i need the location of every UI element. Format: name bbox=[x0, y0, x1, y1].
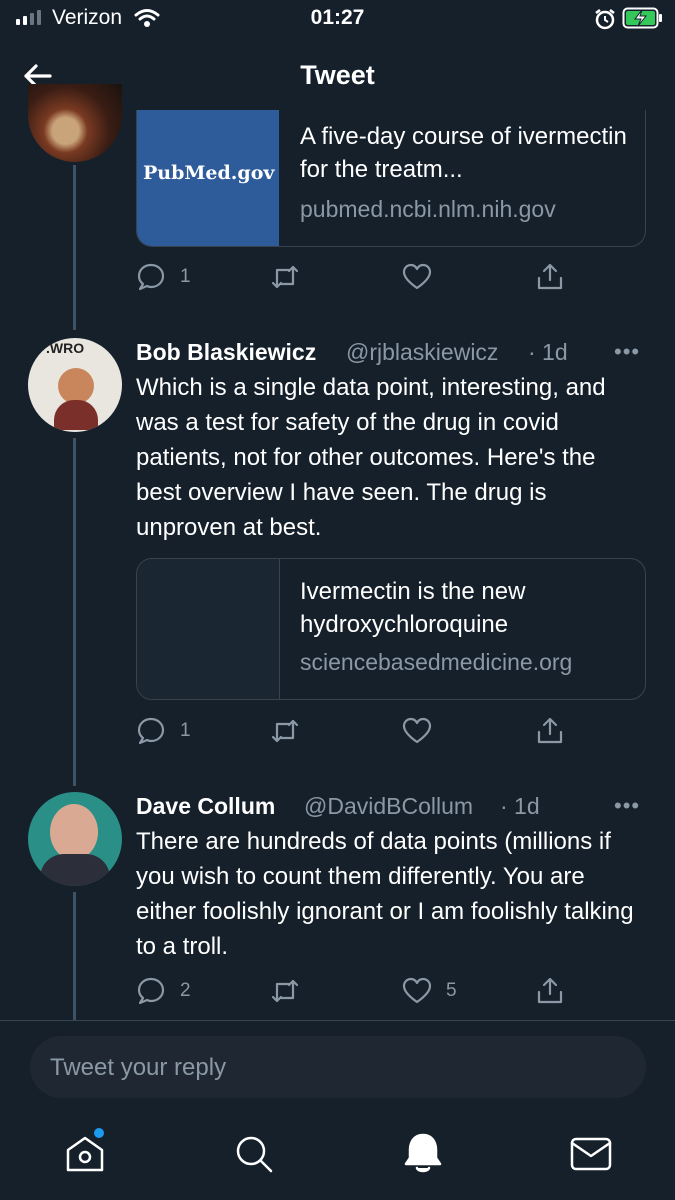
more-options-icon[interactable]: ••• bbox=[614, 793, 640, 819]
reply-placeholder: Tweet your reply bbox=[50, 1054, 227, 1081]
reply-count: 1 bbox=[180, 720, 191, 741]
share-icon bbox=[537, 263, 563, 290]
alarm-icon bbox=[595, 9, 615, 30]
like-button[interactable] bbox=[402, 262, 535, 292]
avatar-figure-body bbox=[40, 854, 110, 886]
share-button[interactable] bbox=[535, 262, 595, 292]
reply-button[interactable]: 1 bbox=[136, 262, 269, 292]
card-domain: sciencebasedmedicine.org bbox=[300, 649, 573, 675]
heart-icon bbox=[402, 717, 432, 744]
reply-count: 2 bbox=[180, 980, 191, 1001]
share-icon bbox=[537, 977, 563, 1004]
card-title: A five-day course of ivermectin for the … bbox=[300, 123, 627, 183]
notification-dot bbox=[94, 1128, 104, 1138]
tweet-time: · 1d bbox=[500, 793, 540, 819]
tab-messages[interactable] bbox=[568, 1134, 614, 1174]
avatar-figure-body bbox=[54, 400, 98, 430]
avatar[interactable] bbox=[28, 84, 122, 162]
battery-charging-icon bbox=[622, 7, 662, 29]
avatar-figure bbox=[58, 368, 94, 404]
heart-icon bbox=[402, 263, 432, 290]
divider bbox=[0, 1020, 675, 1021]
avatar-text: .WRO bbox=[46, 340, 85, 356]
thread-line bbox=[73, 892, 76, 1020]
more-options-icon[interactable]: ••• bbox=[614, 339, 640, 365]
share-button[interactable] bbox=[535, 716, 595, 746]
author-handle[interactable]: @rjblaskiewicz bbox=[346, 339, 498, 366]
tweet-text: Which is a single data point, interestin… bbox=[136, 374, 606, 541]
reply-button[interactable]: 2 bbox=[136, 976, 269, 1006]
retweet-icon bbox=[271, 719, 299, 743]
pubmed-logo: PubMed.gov bbox=[143, 162, 275, 184]
thread-line bbox=[73, 438, 76, 786]
share-icon bbox=[537, 717, 563, 744]
author-handle[interactable]: @DavidBCollum bbox=[304, 793, 473, 820]
tweet-actions: 2 5 bbox=[136, 976, 606, 1006]
clock: 01:27 bbox=[310, 6, 365, 29]
retweet-icon bbox=[271, 979, 299, 1003]
notifications-icon bbox=[404, 1133, 442, 1173]
reply-icon bbox=[137, 977, 165, 1005]
share-button[interactable] bbox=[535, 976, 595, 1006]
retweet-icon bbox=[271, 265, 299, 289]
author-name[interactable]: Dave Collum bbox=[136, 793, 275, 820]
tweet-actions: 1 bbox=[136, 716, 606, 746]
reply-icon bbox=[137, 717, 165, 745]
tweet-time: · 1d bbox=[528, 339, 568, 365]
reply-button[interactable]: 1 bbox=[136, 716, 269, 746]
link-card[interactable]: Ivermectin is the new hydroxychloroquine… bbox=[136, 558, 646, 700]
reply-count: 1 bbox=[180, 266, 191, 287]
tweet-text: There are hundreds of data points (milli… bbox=[136, 828, 634, 960]
reply-icon bbox=[137, 263, 165, 291]
tab-notifications[interactable] bbox=[400, 1130, 446, 1176]
retweet-button[interactable] bbox=[269, 976, 402, 1006]
card-title: Ivermectin is the new hydroxychloroquine bbox=[300, 578, 526, 638]
retweet-button[interactable] bbox=[269, 716, 402, 746]
tab-search[interactable] bbox=[232, 1132, 276, 1176]
card-thumbnail bbox=[137, 559, 280, 699]
thread-line bbox=[73, 165, 76, 330]
like-count: 5 bbox=[446, 980, 457, 1001]
status-bar: Verizon 01:27 bbox=[0, 0, 675, 40]
tab-home[interactable] bbox=[62, 1128, 108, 1176]
link-card[interactable]: PubMed.gov A five-day course of ivermect… bbox=[136, 110, 646, 247]
author-name[interactable]: Bob Blaskiewicz bbox=[136, 339, 316, 366]
avatar[interactable]: .WRO bbox=[28, 338, 122, 432]
like-button[interactable]: 5 bbox=[402, 976, 535, 1006]
retweet-button[interactable] bbox=[269, 262, 402, 292]
card-domain: pubmed.ncbi.nlm.nih.gov bbox=[300, 196, 556, 222]
tweet-actions: 1 bbox=[136, 262, 606, 292]
search-icon bbox=[236, 1136, 273, 1173]
avatar[interactable] bbox=[28, 792, 122, 886]
avatar-figure bbox=[50, 804, 98, 860]
heart-icon bbox=[402, 977, 432, 1004]
messages-icon bbox=[570, 1137, 612, 1171]
like-button[interactable] bbox=[402, 716, 535, 746]
card-thumbnail: PubMed.gov bbox=[137, 110, 279, 246]
